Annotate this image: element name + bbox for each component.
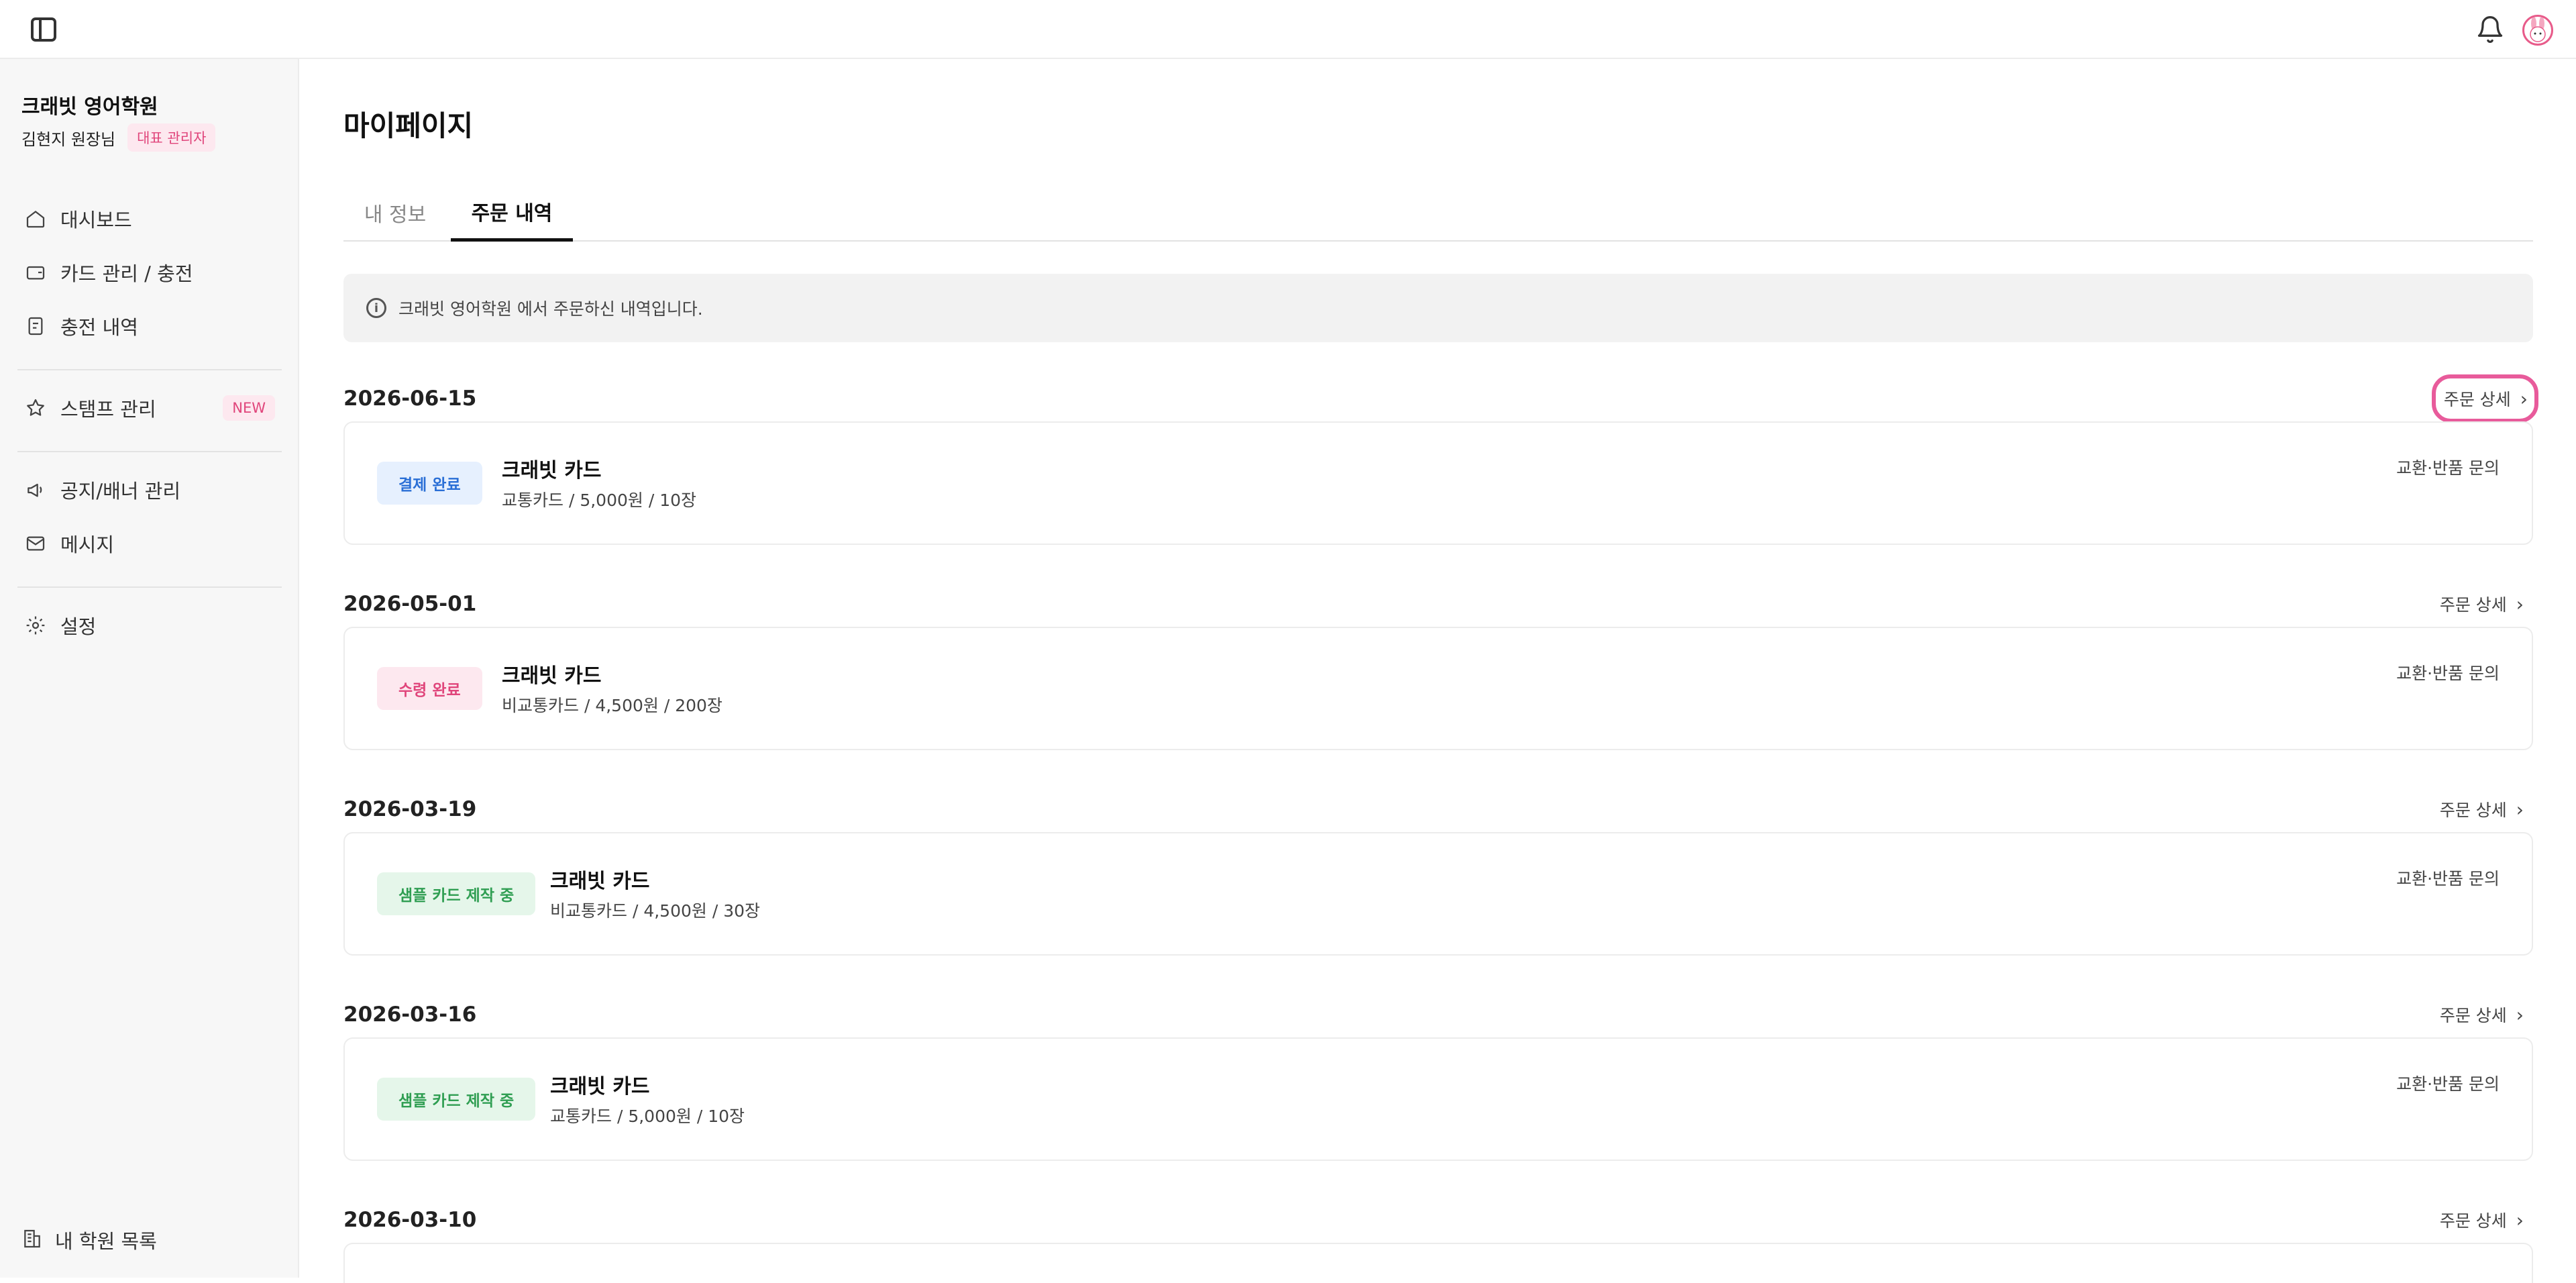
sidebar-item-charge-history[interactable]: 충전 내역 xyxy=(17,305,282,348)
nav-divider xyxy=(17,586,282,588)
exchange-return-inquiry-link[interactable]: 교환·반품 문의 xyxy=(2396,866,2500,890)
order-detail-label: 주문 상세 xyxy=(2439,1006,2507,1025)
tab-bar: 내 정보 주문 내역 xyxy=(343,184,2533,242)
product-desc: 비교통카드 / 4,500원 / 30장 xyxy=(550,901,761,921)
nav-divider xyxy=(17,451,282,452)
sidebar-toggle-icon[interactable] xyxy=(31,17,56,42)
order-detail-link[interactable]: 주문 상세 › xyxy=(2428,792,2533,827)
order-date: 2026-03-16 xyxy=(343,1003,477,1027)
avatar[interactable] xyxy=(2522,15,2553,46)
my-academies-label: 내 학원 목록 xyxy=(55,1230,157,1253)
exchange-return-inquiry-link[interactable]: 교환·반품 문의 xyxy=(2396,660,2500,684)
info-icon: i xyxy=(366,298,386,318)
product-desc: 비교통카드 / 4,500원 / 200장 xyxy=(502,696,722,715)
sidebar-item-stamp[interactable]: 스탬프 관리 NEW xyxy=(17,387,282,429)
tab-order-history[interactable]: 주문 내역 xyxy=(451,184,573,242)
order-detail-label: 주문 상세 xyxy=(2439,801,2507,820)
page-title: 마이페이지 xyxy=(343,109,474,142)
order-date: 2026-05-01 xyxy=(343,592,477,616)
order-detail-label: 주문 상세 xyxy=(2439,595,2507,615)
chevron-right-icon: › xyxy=(2516,1003,2524,1026)
product-name: 크래빗 카드 xyxy=(502,459,602,482)
chevron-right-icon: › xyxy=(2516,798,2524,821)
tab-my-info[interactable]: 내 정보 xyxy=(343,184,447,242)
product-name: 크래빗 카드 xyxy=(502,664,602,688)
sidebar-item-settings[interactable]: 설정 xyxy=(17,604,282,647)
order-detail-link[interactable]: 주문 상세 › xyxy=(2428,586,2533,621)
order-card[interactable]: 샘플 카드 제작 중 크래빗 카드 교통카드 / 5,000원 / 10장 교환… xyxy=(343,1037,2533,1161)
exchange-return-inquiry-link[interactable]: 교환·반품 문의 xyxy=(2396,455,2500,479)
sidebar-item-notice-banner[interactable]: 공지/배너 관리 xyxy=(17,468,282,511)
sidebar-item-label: 공지/배너 관리 xyxy=(60,480,181,503)
status-badge: 샘플 카드 제작 중 xyxy=(377,872,536,915)
sidebar-item-label: 스탬프 관리 xyxy=(60,398,156,421)
order-date: 2026-03-10 xyxy=(343,1208,477,1232)
exchange-return-inquiry-link[interactable]: 교환·반품 문의 xyxy=(2396,1071,2500,1095)
sidebar-item-label: 메시지 xyxy=(60,533,115,556)
receipt-icon xyxy=(24,315,47,338)
order-card[interactable]: 결제 완료 크래빗 카드 교통카드 / 5,000원 / 10장 교환·반품 문… xyxy=(343,421,2533,545)
new-badge: NEW xyxy=(223,395,275,421)
product-name: 크래빗 카드 xyxy=(550,870,650,893)
status-badge: 수령 완료 xyxy=(377,667,482,710)
order-detail-label: 주문 상세 xyxy=(2439,1211,2507,1231)
gear-icon xyxy=(24,614,47,637)
order-detail-link[interactable]: 주문 상세 › xyxy=(2428,1202,2533,1237)
role-badge: 대표 관리자 xyxy=(127,123,216,152)
order-date: 2026-06-15 xyxy=(343,387,477,411)
org-name: 크래빗 영어학원 xyxy=(21,95,158,119)
wallet-icon xyxy=(24,261,47,284)
bell-icon[interactable] xyxy=(2475,15,2505,44)
sidebar-item-card-management[interactable]: 카드 관리 / 충전 xyxy=(17,251,282,294)
building-icon xyxy=(21,1228,43,1252)
product-name: 크래빗 카드 xyxy=(550,1075,650,1098)
order-card[interactable]: 샘플 카드 제작 중 크래빗 카드 비교통카드 / 4,500원 / 30장 교… xyxy=(343,832,2533,956)
chevron-right-icon: › xyxy=(2516,593,2524,615)
sidebar-item-label: 충전 내역 xyxy=(60,316,138,339)
order-date: 2026-03-19 xyxy=(343,797,477,821)
chevron-right-icon: › xyxy=(2520,387,2528,410)
order-detail-link[interactable]: 주문 상세 › xyxy=(2428,997,2533,1032)
order-detail-link[interactable]: 주문 상세 › xyxy=(2431,374,2538,423)
product-desc: 교통카드 / 5,000원 / 10장 xyxy=(550,1107,745,1126)
home-icon xyxy=(24,207,47,230)
sidebar: 크래빗 영어학원 김현지 원장님 대표 관리자 대시보드 카드 관리 / 충전 … xyxy=(0,59,299,1278)
sidebar-item-label: 대시보드 xyxy=(60,209,132,232)
my-academies-link[interactable]: 내 학원 목록 xyxy=(17,1219,157,1262)
nav-divider xyxy=(17,369,282,370)
sidebar-item-label: 카드 관리 / 충전 xyxy=(60,262,193,285)
order-card[interactable] xyxy=(343,1243,2533,1283)
order-card[interactable]: 수령 완료 크래빗 카드 비교통카드 / 4,500원 / 200장 교환·반품… xyxy=(343,627,2533,750)
sidebar-item-label: 설정 xyxy=(60,615,97,638)
order-detail-label: 주문 상세 xyxy=(2443,390,2511,409)
status-badge: 샘플 카드 제작 중 xyxy=(377,1078,536,1121)
user-line: 김현지 원장님 대표 관리자 xyxy=(21,123,216,152)
info-notice: i 크래빗 영어학원 에서 주문하신 내역입니다. xyxy=(343,274,2533,342)
megaphone-icon xyxy=(24,478,47,501)
mail-icon xyxy=(24,532,47,555)
chevron-right-icon: › xyxy=(2516,1209,2524,1231)
top-bar xyxy=(0,0,2576,59)
star-icon xyxy=(24,397,47,419)
user-name: 김현지 원장님 xyxy=(21,130,116,149)
status-badge: 결제 완료 xyxy=(377,462,482,505)
notice-text: 크래빗 영어학원 에서 주문하신 내역입니다. xyxy=(398,299,703,319)
product-desc: 교통카드 / 5,000원 / 10장 xyxy=(502,491,697,510)
main-content: 마이페이지 내 정보 주문 내역 i 크래빗 영어학원 에서 주문하신 내역입니… xyxy=(299,59,2576,1283)
sidebar-item-dashboard[interactable]: 대시보드 xyxy=(17,197,282,240)
sidebar-item-message[interactable]: 메시지 xyxy=(17,522,282,565)
